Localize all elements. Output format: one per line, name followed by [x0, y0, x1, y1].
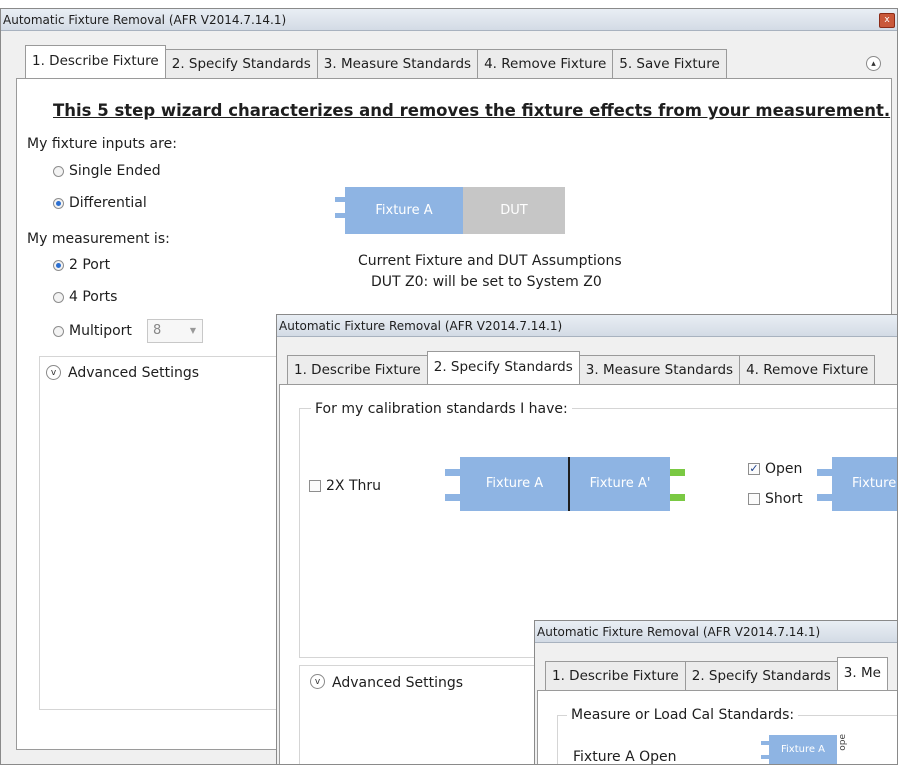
collapse-up-icon[interactable]: ▴ [866, 56, 881, 71]
fixture-a-open-label: Fixture A Open [573, 749, 677, 765]
advanced-settings-label[interactable]: Advanced Settings [68, 365, 199, 381]
radio-multiport[interactable]: Multiport [53, 323, 132, 339]
radio-label: Multiport [69, 323, 132, 339]
tab-measure-standards[interactable]: 3. Me [836, 657, 888, 690]
window-title-bar[interactable]: Automatic Fixture Removal (AFR V2014.7.1… [277, 315, 897, 337]
wizard-tabs: 1. Describe Fixture 2. Specify Standards… [545, 657, 888, 690]
connector-pin-bottom [817, 494, 832, 501]
checkbox-label: Open [765, 461, 803, 477]
radio-circle-selected [53, 259, 64, 271]
checkbox-box [309, 480, 321, 492]
fixture-inputs-label: My fixture inputs are: [27, 136, 177, 152]
chevron-down-icon[interactable]: v [46, 365, 61, 380]
assumptions-title: Current Fixture and DUT Assumptions [358, 253, 622, 269]
wizard-tabs: 1. Describe Fixture 2. Specify Standards… [287, 351, 876, 384]
tab-measure-standards[interactable]: 3. Measure Standards [578, 355, 741, 384]
radio-circle [53, 325, 64, 337]
open-side-text: ope [838, 734, 848, 751]
connector-pin-top [445, 469, 460, 476]
tab-remove-fixture[interactable]: 4. Remove Fixture [739, 355, 876, 384]
checkbox-short[interactable]: Short [748, 491, 803, 507]
radio-2-port[interactable]: 2 Port [53, 257, 110, 273]
checkbox-box [748, 493, 760, 505]
multiport-value: 8 [153, 323, 162, 338]
calibration-group-label: For my calibration standards I have: [311, 401, 572, 417]
checkbox-open[interactable]: ✓ Open [748, 461, 802, 477]
dut-z0-text: DUT Z0: will be set to System Z0 [371, 274, 602, 290]
measure-group-label: Measure or Load Cal Standards: [567, 707, 799, 723]
connector-pin-green-bottom [670, 494, 685, 501]
tab-specify-standards[interactable]: 2. Specify Standards [426, 351, 580, 384]
connector-pin-bottom [335, 213, 345, 218]
connector-pin-green-top [670, 469, 685, 476]
wizard-tabs: 1. Describe Fixture 2. Specify Standards… [25, 45, 727, 78]
radio-label: Differential [69, 195, 147, 211]
checkbox-label: 2X Thru [326, 478, 382, 494]
radio-label: Single Ended [69, 163, 161, 179]
connector-pin-top [817, 469, 832, 476]
window-title: Automatic Fixture Removal (AFR V2014.7.1… [279, 319, 563, 333]
tab-remove-fixture[interactable]: 4. Remove Fixture [477, 49, 614, 78]
radio-circle-selected [53, 197, 64, 209]
open-fixture-block: Fixture [832, 457, 897, 511]
tab-measure-standards[interactable]: 3. Measure Standards [316, 49, 479, 78]
connector-pin-top [335, 197, 345, 202]
connector-pin-bottom [445, 494, 460, 501]
window-title: Automatic Fixture Removal (AFR V2014.7.1… [537, 625, 821, 639]
dut-block: DUT [463, 187, 565, 234]
fixture-a-block: Fixture A [345, 187, 463, 234]
checkbox-box-checked: ✓ [748, 462, 760, 475]
window-title-bar[interactable]: Automatic Fixture Removal (AFR V2014.7.1… [1, 9, 897, 31]
checkbox-2x-thru[interactable]: 2X Thru [309, 478, 381, 494]
dropdown-arrow-icon: ▼ [189, 326, 196, 335]
thru-fixture-a-prime-block: Fixture A' [570, 457, 670, 511]
tab-describe-fixture[interactable]: 1. Describe Fixture [545, 661, 686, 690]
window-title-bar[interactable]: Automatic Fixture Removal (AFR V2014.7.1… [535, 621, 897, 643]
multiport-count-select[interactable]: 8 ▼ [147, 319, 203, 343]
close-icon[interactable]: x [879, 13, 895, 28]
tab-describe-fixture[interactable]: 1. Describe Fixture [25, 45, 166, 78]
radio-circle [53, 291, 64, 303]
radio-4-ports[interactable]: 4 Ports [53, 289, 117, 305]
wizard-heading: This 5 step wizard characterizes and rem… [53, 101, 891, 120]
measurement-label: My measurement is: [27, 231, 170, 247]
tab-specify-standards[interactable]: 2. Specify Standards [684, 661, 838, 690]
thru-fixture-a-block: Fixture A [460, 457, 569, 511]
connector-pin-top [761, 741, 769, 745]
radio-label: 4 Ports [69, 289, 118, 305]
chevron-down-icon[interactable]: v [310, 674, 325, 689]
radio-circle [53, 165, 64, 177]
advanced-settings-label[interactable]: Advanced Settings [332, 675, 463, 691]
radio-differential[interactable]: Differential [53, 195, 147, 211]
open-fixture-a-block: Fixture A [769, 735, 837, 764]
advanced-settings-box [39, 356, 299, 710]
afr-window-measure-standards: Automatic Fixture Removal (AFR V2014.7.1… [534, 620, 898, 765]
tab-specify-standards[interactable]: 2. Specify Standards [164, 49, 318, 78]
checkbox-label: Short [765, 491, 803, 507]
connector-pin-bottom [761, 755, 769, 759]
tab-describe-fixture[interactable]: 1. Describe Fixture [287, 355, 428, 384]
radio-single-ended[interactable]: Single Ended [53, 163, 161, 179]
tab-save-fixture[interactable]: 5. Save Fixture [612, 49, 727, 78]
window-title: Automatic Fixture Removal (AFR V2014.7.1… [3, 13, 287, 27]
radio-label: 2 Port [69, 257, 111, 273]
